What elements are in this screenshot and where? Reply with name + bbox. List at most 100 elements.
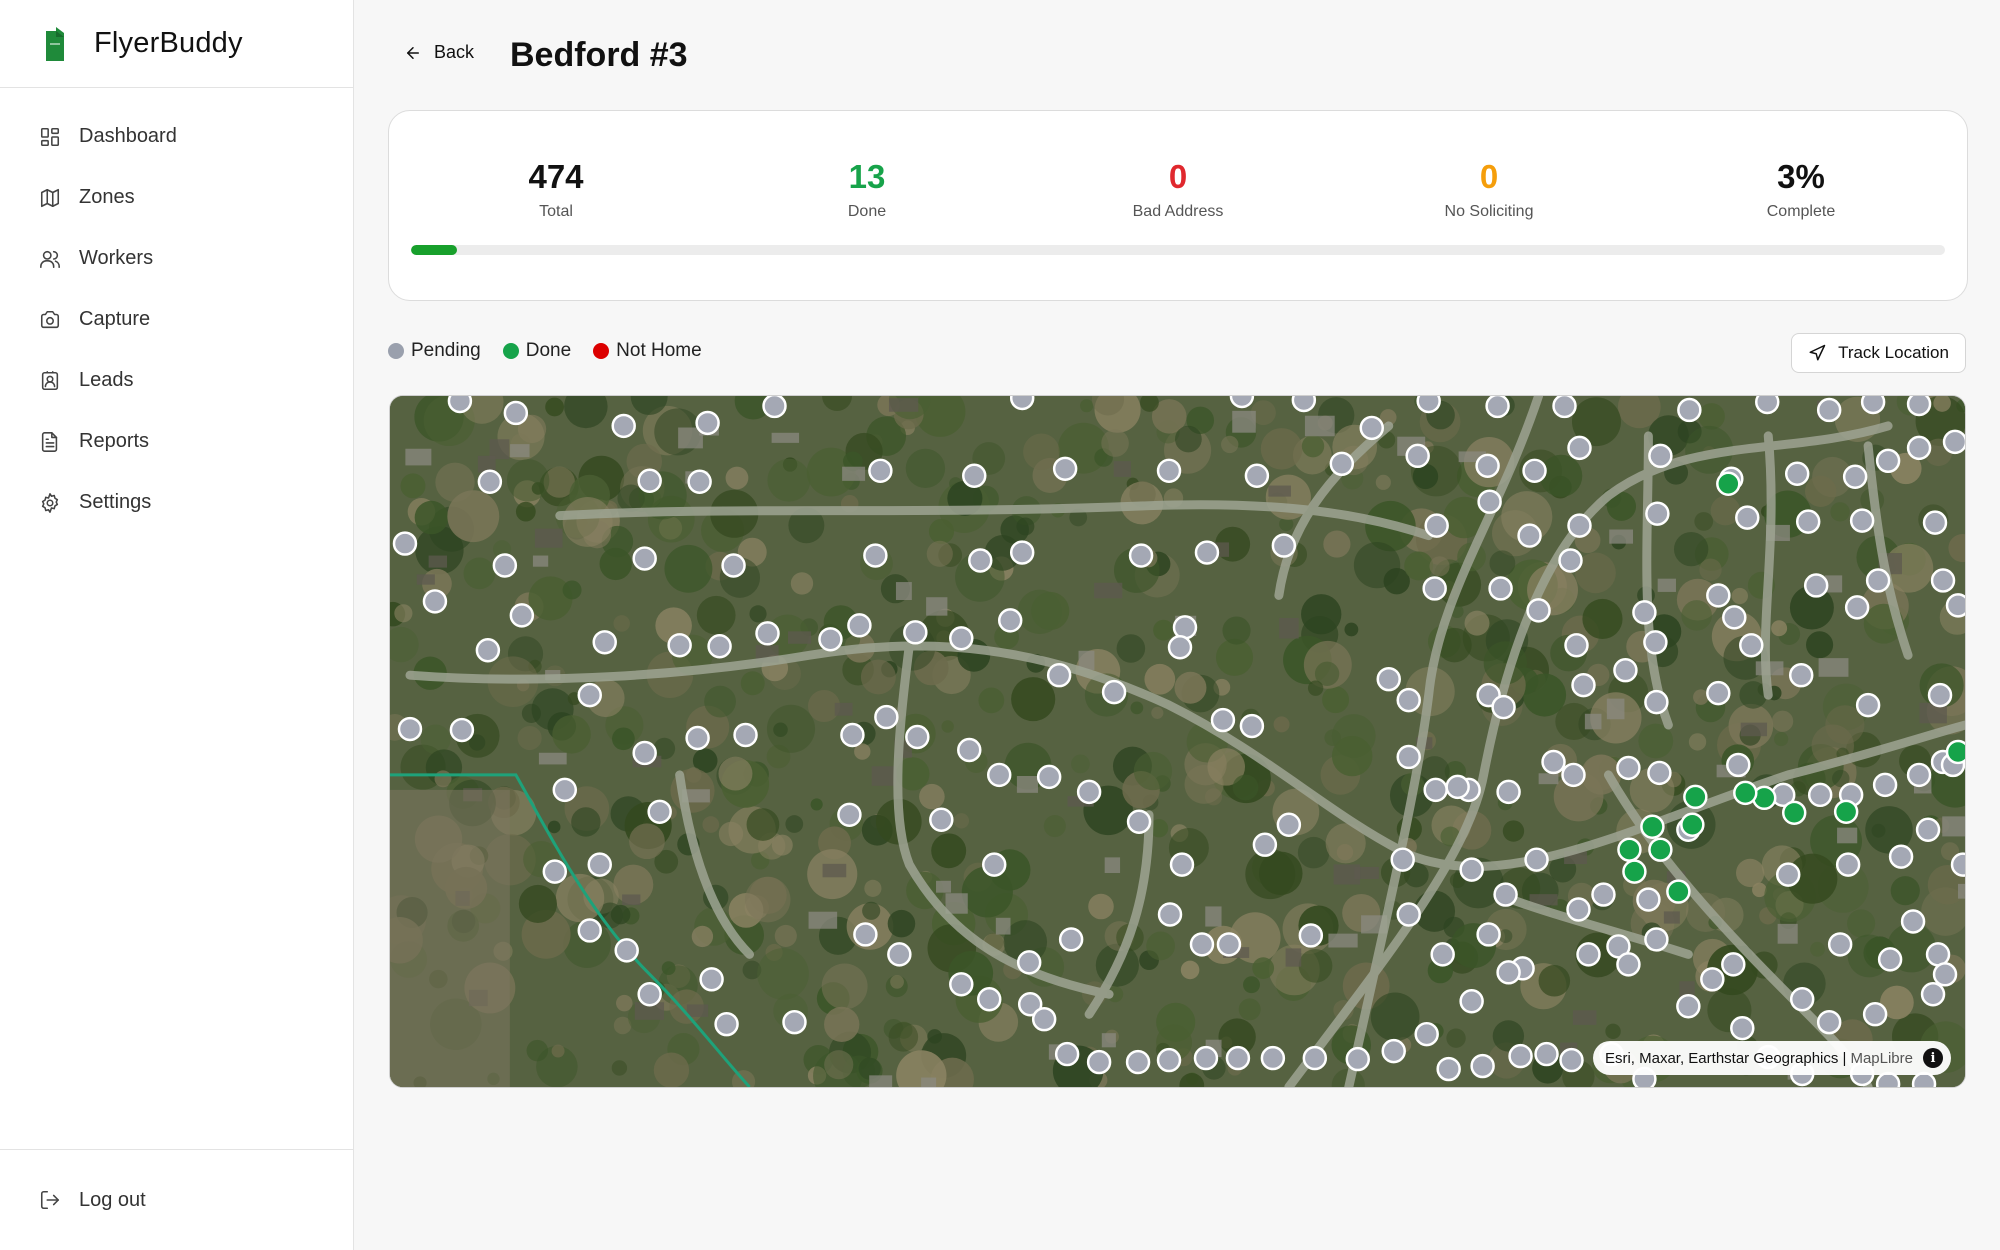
address-pin[interactable] [397,716,423,742]
address-pin[interactable] [1239,713,1265,739]
zone-map[interactable]: Esri, Maxar, Earthstar Geographics | Map… [389,395,1966,1088]
address-pin[interactable] [1260,1045,1286,1071]
address-pin[interactable] [392,531,418,556]
sidebar-item-reports[interactable]: Reports [0,411,353,472]
address-pin[interactable] [1189,932,1215,957]
address-pin[interactable] [1906,396,1932,417]
address-pin[interactable] [503,400,529,426]
address-pin[interactable] [1680,812,1705,837]
address-pin[interactable] [1932,962,1958,987]
address-pin[interactable] [1676,994,1701,1019]
address-pin[interactable] [1396,744,1421,770]
address-pin[interactable] [1376,666,1401,692]
address-pin[interactable] [1390,847,1415,872]
address-pin[interactable] [962,463,987,488]
address-pin[interactable] [1058,927,1084,952]
address-pin[interactable] [949,972,974,997]
address-pin[interactable] [957,737,982,763]
address-pin[interactable] [1942,429,1965,455]
address-pin[interactable] [1567,513,1592,538]
address-pin[interactable] [1271,533,1297,558]
address-pin[interactable] [1298,923,1324,948]
address-pin[interactable] [1706,583,1731,608]
address-pin[interactable] [1644,927,1669,952]
address-pin[interactable] [1210,707,1236,733]
address-pin[interactable] [853,922,878,947]
track-location-button[interactable]: Track Location [1791,333,1966,373]
address-pin[interactable] [614,938,639,963]
address-pin[interactable] [632,740,657,766]
address-pin[interactable] [1950,852,1965,877]
address-pin[interactable] [1730,1015,1755,1041]
address-pin[interactable] [1872,772,1898,798]
address-pin[interactable] [977,987,1002,1012]
address-pin[interactable] [1775,862,1801,887]
address-pin[interactable] [1345,1046,1371,1072]
address-pin[interactable] [1636,887,1661,912]
address-pin[interactable] [592,630,617,655]
address-pin[interactable] [1009,540,1035,565]
address-pin[interactable] [782,1009,807,1035]
address-pin[interactable] [1842,464,1868,489]
address-pin[interactable] [1193,1045,1219,1071]
address-pin[interactable] [447,396,473,414]
address-pin[interactable] [1054,1041,1080,1067]
address-pin[interactable] [1276,812,1302,837]
address-pin[interactable] [1862,1001,1888,1027]
address-pin[interactable] [1644,689,1669,715]
address-pin[interactable] [637,982,662,1007]
address-pin[interactable] [1526,598,1551,623]
address-pin[interactable] [1865,568,1891,593]
address-pin[interactable] [1735,505,1760,530]
address-pin[interactable] [1722,605,1747,630]
address-pin[interactable] [1827,932,1853,957]
address-pin[interactable] [1613,657,1638,683]
address-pin[interactable] [868,458,893,483]
address-pin[interactable] [1877,947,1903,972]
address-pin[interactable] [1683,784,1708,810]
address-pin[interactable] [733,722,758,748]
address-pin[interactable] [1194,540,1220,565]
address-pin[interactable] [1795,509,1821,534]
address-pin[interactable] [714,1011,739,1037]
address-pin[interactable] [577,918,602,943]
address-pin[interactable] [1046,662,1072,688]
address-pin[interactable] [1493,882,1518,907]
address-pin[interactable] [1156,458,1182,483]
address-pin[interactable] [762,396,787,419]
address-pin[interactable] [1381,1038,1406,1064]
address-pin[interactable] [1900,909,1926,934]
address-pin[interactable] [685,725,710,751]
address-pin[interactable] [1906,435,1932,461]
address-pin[interactable] [1591,882,1616,907]
address-pin[interactable] [1643,630,1668,655]
address-pin[interactable] [1925,942,1951,967]
address-pin[interactable] [1101,679,1127,705]
address-pin[interactable] [1229,396,1255,409]
address-pin[interactable] [1552,396,1577,419]
address-pin[interactable] [1522,458,1547,483]
address-pin[interactable] [1816,397,1842,423]
address-pin[interactable] [905,724,930,750]
address-pin[interactable] [968,548,993,573]
address-pin[interactable] [1567,435,1592,461]
address-pin[interactable] [1524,847,1549,872]
address-pin[interactable] [1566,897,1591,922]
satellite-map-canvas[interactable] [390,396,1965,1087]
address-pin[interactable] [1167,635,1193,660]
address-pin[interactable] [1086,1049,1112,1075]
address-pin[interactable] [1470,1053,1495,1079]
address-pin[interactable] [1423,777,1448,803]
address-pin[interactable] [1706,680,1731,706]
address-pin[interactable] [1789,987,1815,1012]
sidebar-item-dashboard[interactable]: Dashboard [0,106,353,167]
address-pin[interactable] [1816,1009,1842,1035]
address-pin[interactable] [887,942,912,967]
address-pin[interactable] [1475,453,1500,479]
address-pin[interactable] [1031,1006,1057,1032]
address-pin[interactable] [492,553,518,578]
address-pin[interactable] [687,469,712,494]
address-pin[interactable] [1835,852,1861,877]
address-pin[interactable] [721,553,746,578]
address-pin[interactable] [997,608,1023,633]
